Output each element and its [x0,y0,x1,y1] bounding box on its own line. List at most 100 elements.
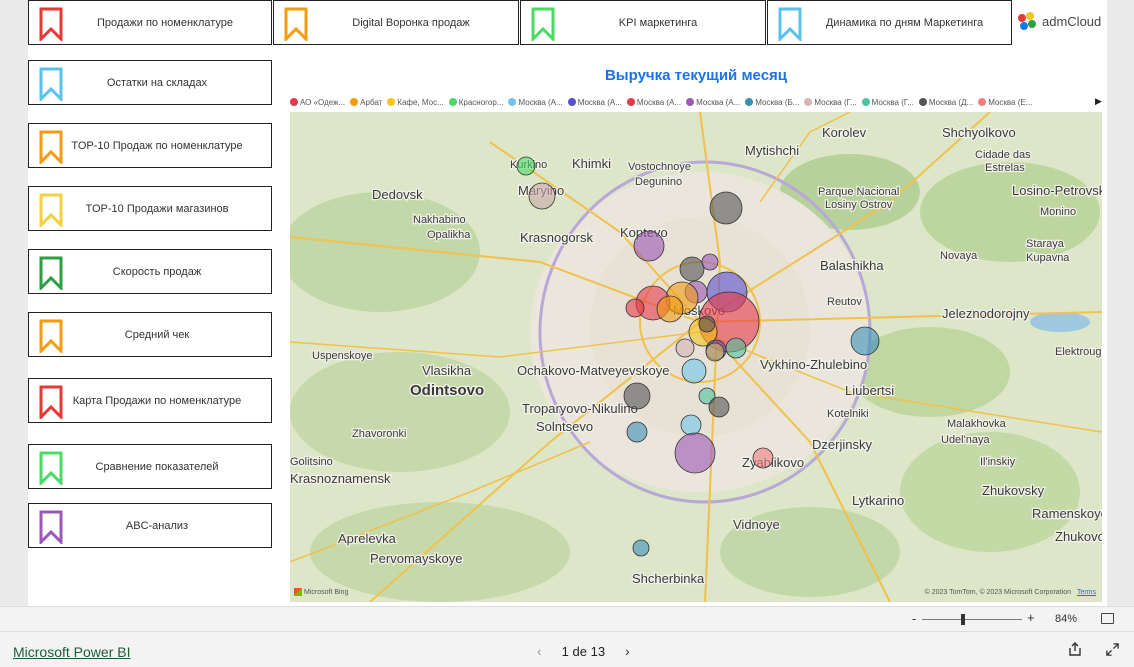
map-place-label: Zhukovo [1055,529,1102,544]
bookmark-icon [39,193,63,227]
fit-to-page-icon[interactable] [1101,613,1114,624]
side-nav-button[interactable]: TOP-10 Продаж по номенклатуре [28,123,272,168]
side-nav-label: Скорость продаж [112,265,202,278]
bing-text: Microsoft Bing [304,588,349,596]
map-place-label: Uspenskoye [312,350,373,362]
map-bubble[interactable] [674,432,716,474]
legend-item[interactable]: Красногор... [448,98,503,107]
zoom-slider-track[interactable] [922,619,1022,620]
map-place-label: Vidnoye [733,517,780,532]
zoom-bar: - + 84% [0,606,1134,631]
map-bubble[interactable] [679,256,705,282]
share-icon[interactable] [1067,641,1083,657]
map-bubble[interactable] [623,382,651,410]
map-place-label: Degunino [635,176,682,188]
power-bi-link[interactable]: Microsoft Power BI [13,644,130,660]
top-nav-button[interactable]: Динамика по дням Маркетинга [767,0,1012,45]
chevron-left-icon[interactable]: ‹ [537,643,542,659]
map-bubble[interactable] [656,295,684,323]
side-nav-button[interactable]: ABC-анализ [28,503,272,548]
legend-dot [745,98,754,106]
map-bubble[interactable] [850,326,880,356]
side-nav-button[interactable]: Средний чек [28,312,272,357]
map-bubble[interactable] [516,156,536,176]
bookmark-icon [531,7,555,41]
map-bubble[interactable] [752,447,774,469]
map-place-label: Korolev [822,125,867,140]
legend-label: Москва (А... [518,97,563,107]
map-bubble[interactable] [708,396,730,418]
map-place-label: Malakhovka [947,418,1007,430]
map-bubble[interactable] [625,298,645,318]
map-place-label: Losino-Petrovsk [1012,183,1102,198]
legend-item[interactable]: Арбат [350,98,382,107]
map-bubble[interactable] [680,414,702,436]
terms-link[interactable]: Terms [1077,589,1096,596]
map-place-label: Ramenskoye [1032,506,1102,521]
legend-label: Москва (А... [696,97,741,107]
legend-item[interactable]: Москва (Б... [745,98,799,107]
fullscreen-icon[interactable] [1105,642,1120,657]
admcloud-logo-icon [1018,12,1036,30]
map-bubble[interactable] [701,253,719,271]
top-nav-button[interactable]: Продажи по номенклатуре [28,0,272,45]
legend-item[interactable]: Кафе, Мос... [387,98,444,107]
chevron-right-icon[interactable]: › [625,643,630,659]
map-bubble[interactable] [675,338,695,358]
side-nav-label: Сравнение показателей [95,460,219,473]
side-nav-label: Средний чек [124,328,190,341]
map-place-label: Odintsovo [410,382,484,399]
legend-item[interactable]: Москва (Г... [861,98,914,107]
map-bubble[interactable] [725,337,747,359]
side-nav-button[interactable]: Сравнение показателей [28,444,272,489]
legend-label: Арбат [360,97,383,107]
side-nav-button[interactable]: Карта Продажи по номенклатуре [28,378,272,423]
map-bubble[interactable] [626,421,648,443]
map-bubble[interactable] [705,342,725,362]
legend-dot [686,98,695,106]
legend-label: Москва (Д... [928,97,974,107]
side-nav-button[interactable]: TOP-10 Продажи магазинов [28,186,272,231]
map-bubble[interactable] [633,230,665,262]
legend-item[interactable]: Москва (А... [626,97,682,107]
map-copyright: © 2023 TomTom, © 2023 Microsoft Corporat… [925,589,1096,596]
map-place-label: Vykhino-Zhulebino [760,357,867,372]
legend-item[interactable]: Москва (Г... [804,97,857,107]
legend-next-arrow-icon[interactable]: ▶ [1095,96,1102,107]
legend-item[interactable]: Москва (Д... [918,97,974,107]
top-nav-label: KPI маркетинга [618,16,698,29]
legend-label: Москва (А... [636,97,682,107]
top-nav-button[interactable]: Digital Воронка продаж [273,0,519,45]
legend-item[interactable]: Москва (А... [508,97,563,107]
bookmark-icon [39,130,63,164]
map-place-label: Kupavna [1026,252,1070,264]
side-nav-button[interactable]: Скорость продаж [28,249,272,294]
legend-dot [804,98,813,106]
map-place-label: Dzerjinsky [812,437,872,452]
legend-item[interactable]: Москва (А... [567,98,622,107]
map-place-label: Parque Nacional [818,186,899,198]
map-bubble[interactable] [528,182,556,210]
map-bubble[interactable] [681,358,707,384]
map-bubble[interactable] [698,315,716,333]
map-bubble[interactable] [709,191,743,225]
map-place-label: Udel'naya [941,434,990,446]
map-place-label: Kotelniki [827,408,869,420]
bookmark-icon [39,67,63,101]
legend-item[interactable]: Москва (А... [686,98,740,107]
legend-item[interactable]: Москва (Е... [978,98,1032,107]
map-visual[interactable]: Korolev Shchyolkovo Khimki Vostochnoye Degun… [290,112,1102,602]
zoom-slider-thumb[interactable] [961,614,965,625]
zoom-in-button[interactable]: + [1027,610,1035,625]
bookmark-icon [39,7,63,41]
map-bubble[interactable] [632,539,650,557]
map-place-label: Estrelas [985,162,1025,174]
top-nav-button[interactable]: KPI маркетинга [520,0,766,45]
legend-item[interactable]: АО «Одеж... [290,98,345,107]
map-place-label: Nakhabino [413,214,466,226]
map-place-label: Jeleznodorojny [942,306,1030,321]
side-nav-button[interactable]: Остатки на складах [28,60,272,105]
map-place-label: Golitsino [290,456,333,468]
zoom-out-button[interactable]: - [912,611,916,626]
legend-label: Москва (Г... [814,97,857,107]
